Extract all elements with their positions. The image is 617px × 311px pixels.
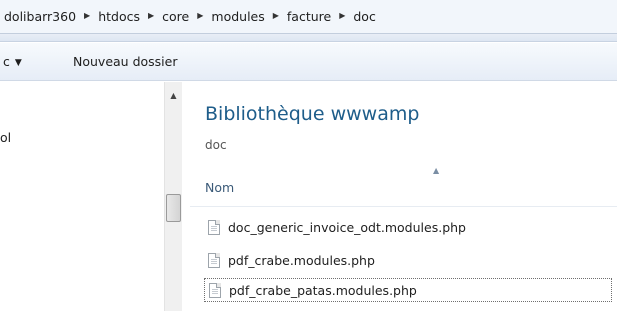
file-name: doc_generic_invoice_odt.modules.php [228,219,466,235]
file-name: pdf_crabe_patas.modules.php [229,282,417,298]
breadcrumb-item-core[interactable]: core [162,9,189,24]
breadcrumb-separator-icon[interactable]: ▶ [197,11,203,20]
organize-label: c [3,54,10,69]
address-bar-divider [0,34,617,42]
nav-scrollbar[interactable]: ▲ [164,82,182,311]
breadcrumb-item-facture[interactable]: facture [287,9,331,24]
new-folder-button[interactable]: Nouveau dossier [73,54,177,69]
breadcrumb-separator-icon[interactable]: ▶ [273,11,279,20]
library-subtitle: doc [205,138,227,152]
breadcrumb-separator-icon[interactable]: ▶ [339,11,345,20]
file-name: pdf_crabe.modules.php [228,252,375,268]
file-list-pane: Bibliothèque wwwamp doc ▲ Nom doc_generi… [182,82,617,311]
breadcrumb-separator-icon[interactable]: ▶ [148,11,154,20]
file-row[interactable]: doc_generic_invoice_odt.modules.php [204,215,617,239]
toolbar: c ▼ Nouveau dossier [0,43,617,81]
breadcrumb-separator-icon[interactable]: ▶ [84,11,90,20]
breadcrumb-item-doc[interactable]: doc [353,9,375,24]
breadcrumb-item-htdocs[interactable]: htdocs [98,9,140,24]
php-file-icon [208,219,220,235]
scroll-thumb[interactable] [166,194,181,222]
scroll-up-arrow-icon[interactable]: ▲ [165,88,182,102]
nav-item[interactable]: ol [0,130,11,145]
breadcrumb: dolibarr360 ▶ htdocs ▶ core ▶ modules ▶ … [4,9,376,24]
breadcrumb-item-dolibarr360[interactable]: dolibarr360 [4,9,76,24]
breadcrumb-item-modules[interactable]: modules [211,9,264,24]
column-header-divider [190,206,617,207]
php-file-icon [209,282,221,298]
library-title: Bibliothèque wwwamp [205,103,420,125]
organize-button[interactable]: c ▼ [3,54,22,69]
sort-ascending-icon: ▲ [433,166,440,175]
navigation-pane: ol [0,82,164,311]
file-row-focused[interactable]: pdf_crabe_patas.modules.php [204,278,612,302]
caret-down-icon: ▼ [14,58,22,68]
address-bar[interactable]: dolibarr360 ▶ htdocs ▶ core ▶ modules ▶ … [0,0,617,34]
file-row[interactable]: pdf_crabe.modules.php [204,248,617,272]
column-header-name[interactable]: Nom [205,180,234,195]
php-file-icon [208,252,220,268]
